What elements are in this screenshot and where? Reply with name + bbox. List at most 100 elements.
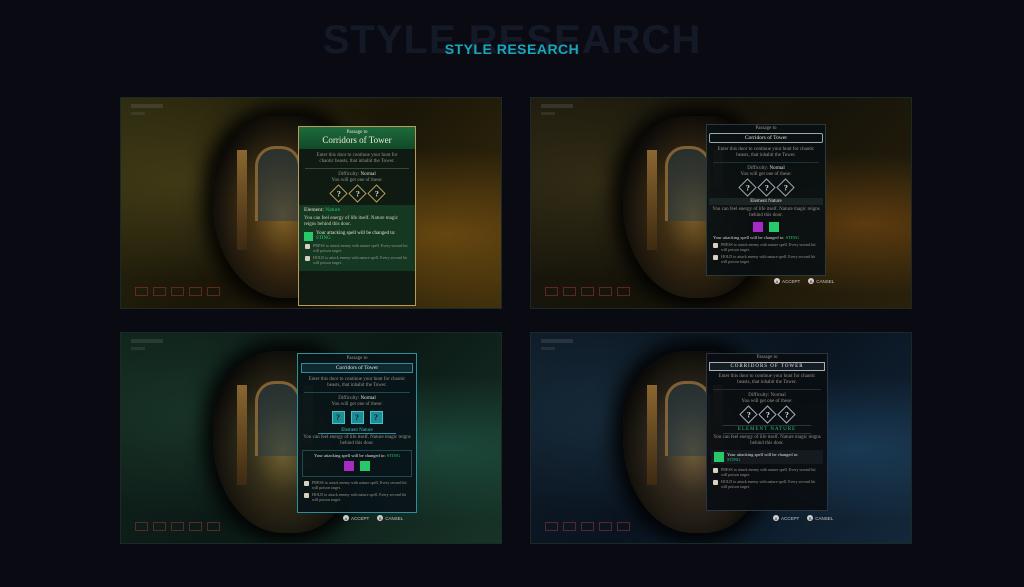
reward-options: ? ? ? [707, 178, 825, 197]
element-row: Element: Nature [304, 207, 410, 213]
spell-text: Your attacking spell will be changed to: [713, 235, 785, 240]
dialog-actions: A ACCEPT B CANSEL [343, 515, 403, 521]
scene-doorway [255, 381, 301, 456]
cancel-button[interactable]: B CANSEL [808, 278, 834, 284]
scene-doorway [665, 146, 711, 221]
dialog-actions: A ACCEPT B CANSEL [774, 278, 834, 284]
hold-icon [713, 480, 718, 485]
accept-button[interactable]: A ACCEPT [773, 515, 799, 521]
element-heading-banner: ELEMENT NATURE [723, 425, 811, 434]
spell-box: Your attacking spell will be changed to:… [711, 450, 823, 464]
accept-button[interactable]: A ACCEPT [774, 278, 800, 284]
reward-option[interactable]: ? [350, 411, 364, 424]
hud-bar [541, 339, 573, 343]
spell-name: STING [785, 235, 799, 240]
element-heading-banner: Element Nature [709, 198, 823, 205]
spell-icons [303, 461, 411, 471]
reward-option[interactable]: ? [738, 405, 758, 424]
dialog-header: Passage to Corridors of Tower [299, 127, 415, 149]
dialog-title: Corridors of Tower [322, 135, 392, 145]
info-text: PRESS to attack enemy with nature spell.… [721, 242, 816, 252]
cancel-label: CANSEL [385, 515, 404, 521]
element-description: You can feel energy of life itself. Natu… [304, 216, 398, 227]
element-section: Element: Nature You can feel energy of l… [299, 205, 415, 271]
difficulty-label: Difficulty: [748, 393, 770, 398]
spell-name: STING [727, 457, 741, 462]
cancel-button[interactable]: B CANSEL [807, 515, 833, 521]
controller-b-icon: B [377, 515, 384, 521]
controller-a-icon: A [773, 515, 779, 521]
hold-icon [305, 256, 310, 261]
spell-row: Your attacking spell will be changed to:… [303, 453, 411, 458]
current-spell-icon [753, 222, 763, 232]
reward-option[interactable]: ? [369, 411, 383, 424]
dialog-intro: Enter this door to continue your hunt fo… [316, 153, 398, 164]
reward-option[interactable]: ? [775, 178, 795, 197]
new-spell-icon [714, 452, 724, 462]
info-hold: HOLD to attack enemy with nature spell. … [713, 479, 821, 489]
scene-pillar [647, 385, 657, 485]
hold-icon [304, 493, 309, 498]
info-text: PRESS to attack enemy with nature spell.… [313, 243, 408, 253]
hold-icon [713, 255, 718, 260]
hud-bar [541, 104, 573, 108]
dialog-title: CORRIDORS OF TOWER [730, 364, 804, 369]
press-icon [305, 244, 310, 249]
controller-a-icon: A [774, 278, 780, 284]
spell-icon [304, 231, 313, 241]
dialog-title-banner: Corridors of Tower [709, 133, 823, 143]
difficulty-value: Normal [360, 172, 376, 177]
spell-name: STING [386, 453, 400, 458]
reward-option[interactable]: ? [366, 184, 386, 203]
element-heading-banner: Element Nature [318, 428, 396, 434]
element-heading: Element Nature [341, 428, 373, 433]
scene-pillar [237, 150, 247, 250]
spell-text: Your attacking spell will be changed to: [314, 453, 386, 458]
element-value: Nature [325, 207, 341, 213]
spell-row: Your attacking spell will be changed to:… [304, 231, 410, 241]
reward-option[interactable]: ? [328, 184, 348, 203]
hud-bar [541, 112, 555, 115]
info-hold: HOLD to attack enemy with nature spell. … [305, 255, 409, 265]
passage-dialog: Passage to Corridors of Tower Enter this… [298, 126, 416, 306]
info-press: PRESS to attack enemy with nature spell.… [304, 480, 410, 490]
element-heading: Element Nature [750, 199, 782, 204]
dialog-title: Corridors of Tower [744, 135, 788, 141]
dialog-subtitle: Passage to [756, 355, 778, 360]
screenshot-variant-3: Passage to Corridors of Tower Enter this… [120, 332, 502, 544]
info-press: PRESS to attack enemy with nature spell.… [305, 243, 409, 253]
info-press: PRESS to attack enemy with nature spell.… [713, 467, 821, 477]
difficulty-label: Difficulty: [338, 396, 360, 401]
cancel-button[interactable]: B CANSEL [377, 515, 403, 521]
info-hold: HOLD to attack enemy with nature spell. … [713, 254, 819, 264]
accept-label: ACCEPT [351, 515, 370, 521]
scene-doorway [665, 381, 711, 456]
reward-option[interactable]: ? [757, 405, 777, 424]
new-spell-icon [769, 222, 779, 232]
reward-text: You will get one of these: [331, 402, 383, 407]
difficulty-label: Difficulty: [747, 166, 769, 171]
element-description: You can feel energy of life itself. Natu… [713, 435, 821, 446]
spell-name: STING [316, 236, 331, 241]
dialog-subtitle: Passage to [755, 126, 777, 131]
info-text: HOLD to attack enemy with nature spell. … [312, 492, 406, 502]
hud-slots [135, 287, 220, 296]
info-press: PRESS to attack enemy with nature spell.… [713, 242, 819, 252]
passage-dialog: Passage to Corridors of Tower Enter this… [706, 124, 826, 276]
reward-option[interactable]: ? [347, 184, 367, 203]
passage-dialog: Passage to CORRIDORS OF TOWER Enter this… [706, 353, 828, 511]
dialog-subtitle: Passage to [346, 356, 368, 361]
scene-doorway [255, 146, 301, 221]
press-icon [713, 468, 718, 473]
passage-dialog: Passage to Corridors of Tower Enter this… [297, 353, 417, 513]
spell-text-block: Your attacking spell will be changed to:… [316, 231, 395, 241]
hud-bar [541, 347, 555, 350]
accept-button[interactable]: A ACCEPT [343, 515, 369, 521]
reward-option[interactable]: ? [331, 411, 345, 424]
controller-b-icon: B [807, 515, 814, 521]
reward-option[interactable]: ? [776, 405, 796, 424]
hud-slots [135, 522, 220, 531]
info-text: HOLD to attack enemy with nature spell. … [721, 254, 815, 264]
reward-option[interactable]: ? [756, 178, 776, 197]
reward-option[interactable]: ? [737, 178, 757, 197]
